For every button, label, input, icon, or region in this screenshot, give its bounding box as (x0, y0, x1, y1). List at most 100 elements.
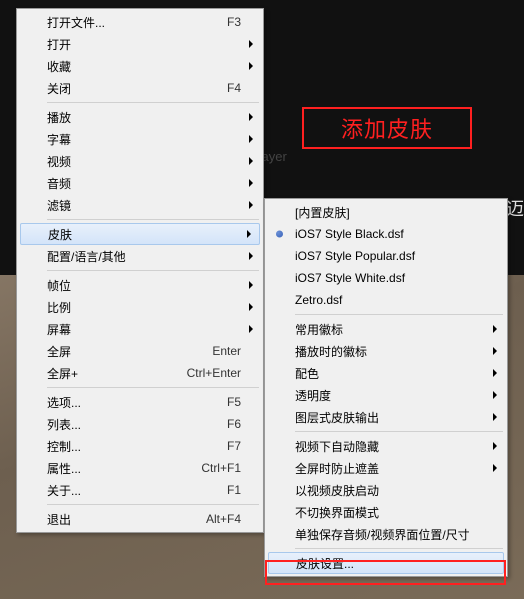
menu-item[interactable]: 退出 Alt+F4 (19, 508, 261, 530)
menu-item[interactable]: 打开 (19, 33, 261, 55)
menu-item-label: 单独保存音频/视频界面位置/尺寸 (295, 526, 485, 543)
menu-item-shortcut: Ctrl+F1 (201, 461, 241, 475)
menu-item[interactable]: 帧位 (19, 274, 261, 296)
menu-item-label: 帧位 (47, 277, 241, 294)
menu-item[interactable]: 列表...F6 (19, 413, 261, 435)
radio-dot-icon (276, 231, 283, 238)
menu-item[interactable]: 视频下自动隐藏 (267, 435, 505, 457)
menu-separator (47, 504, 259, 505)
submenu-arrow-icon (249, 40, 253, 48)
menu-item-shortcut: Ctrl+Enter (187, 366, 241, 380)
menu-item[interactable]: 皮肤 (20, 223, 260, 245)
menu-item-label: 皮肤设置... (296, 555, 484, 572)
menu-item-label: 图层式皮肤输出 (295, 409, 485, 426)
menu-item-label: 选项... (47, 394, 217, 411)
menu-item-label: 播放时的徽标 (295, 343, 485, 360)
menu-item-label: 配置/语言/其他 (47, 248, 241, 265)
menu-item[interactable]: 视频 (19, 150, 261, 172)
submenu-arrow-icon (249, 135, 253, 143)
menu-item[interactable]: 播放 (19, 106, 261, 128)
menu-item[interactable]: 全屏时防止遮盖 (267, 457, 505, 479)
menu-item[interactable]: iOS7 Style Popular.dsf (267, 245, 505, 267)
menu-item[interactable]: 透明度 (267, 384, 505, 406)
menu-item[interactable]: 全屏+ Ctrl+Enter (19, 362, 261, 384)
menu-item-shortcut: F6 (227, 417, 241, 431)
menu-item[interactable]: iOS7 Style Black.dsf (267, 223, 505, 245)
menu-item-label: 透明度 (295, 387, 485, 404)
menu-separator (47, 219, 259, 220)
menu-item-label: 音频 (47, 175, 241, 192)
menu-item-shortcut: F4 (227, 81, 241, 95)
menu-item[interactable]: 屏幕 (19, 318, 261, 340)
submenu-arrow-icon (249, 325, 253, 333)
menu-item-label: 打开 (47, 36, 241, 53)
menu-item[interactable]: 关于... F1 (19, 479, 261, 501)
menu-item[interactable]: iOS7 Style White.dsf (267, 267, 505, 289)
menu-item[interactable]: 配色 (267, 362, 505, 384)
menu-item-label: 关闭 (47, 80, 217, 97)
menu-item[interactable]: 配置/语言/其他 (19, 245, 261, 267)
menu-item-label: 滤镜 (47, 197, 241, 214)
menu-item[interactable]: [内置皮肤] (267, 201, 505, 223)
menu-item[interactable]: 不切换界面模式 (267, 501, 505, 523)
menu-separator (295, 431, 503, 432)
menu-item-label: 以视频皮肤启动 (295, 482, 485, 499)
menu-item-label: 全屏时防止遮盖 (295, 460, 485, 477)
menu-item-label: Zetro.dsf (295, 293, 485, 307)
menu-item-label: 常用徽标 (295, 321, 485, 338)
menu-item-label: 比例 (47, 299, 241, 316)
menu-item-label: 视频下自动隐藏 (295, 438, 485, 455)
submenu-arrow-icon (493, 369, 497, 377)
menu-item[interactable]: 关闭 F4 (19, 77, 261, 99)
submenu-arrow-icon (247, 230, 251, 238)
menu-item-label: 字幕 (47, 131, 241, 148)
menu-item[interactable]: Zetro.dsf (267, 289, 505, 311)
submenu-arrow-icon (493, 442, 497, 450)
menu-item[interactable]: 选项... F5 (19, 391, 261, 413)
menu-item[interactable]: 字幕 (19, 128, 261, 150)
main-context-menu[interactable]: 打开文件...F3 打开收藏关闭 F4 播放字幕视频音频滤镜皮肤配置/语言/其他帧位比… (16, 8, 264, 533)
menu-separator (47, 270, 259, 271)
menu-item-shortcut: F1 (227, 483, 241, 497)
menu-separator (295, 548, 503, 549)
menu-item-label: 全屏+ (47, 365, 177, 382)
menu-item-shortcut: F7 (227, 439, 241, 453)
submenu-arrow-icon (493, 347, 497, 355)
menu-separator (47, 102, 259, 103)
menu-item-label: 配色 (295, 365, 485, 382)
submenu-arrow-icon (493, 464, 497, 472)
menu-item-label: 退出 (47, 511, 196, 528)
menu-item[interactable]: 属性... Ctrl+F1 (19, 457, 261, 479)
menu-item-label: 播放 (47, 109, 241, 126)
menu-item-label: 属性... (47, 460, 191, 477)
menu-item[interactable]: 播放时的徽标 (267, 340, 505, 362)
submenu-arrow-icon (493, 391, 497, 399)
menu-item[interactable]: 常用徽标 (267, 318, 505, 340)
menu-item-label: 收藏 (47, 58, 241, 75)
menu-item[interactable]: 图层式皮肤输出 (267, 406, 505, 428)
menu-item[interactable]: 比例 (19, 296, 261, 318)
menu-item[interactable]: 音频 (19, 172, 261, 194)
menu-item[interactable]: 收藏 (19, 55, 261, 77)
submenu-arrow-icon (249, 157, 253, 165)
submenu-arrow-icon (249, 62, 253, 70)
menu-item[interactable]: 全屏Enter (19, 340, 261, 362)
menu-item-shortcut: F5 (227, 395, 241, 409)
menu-item[interactable]: 皮肤设置... (268, 552, 504, 574)
menu-item-label: 关于... (47, 482, 217, 499)
submenu-arrow-icon (249, 179, 253, 187)
menu-item[interactable]: 控制... F7 (19, 435, 261, 457)
submenu-arrow-icon (249, 201, 253, 209)
skin-submenu[interactable]: [内置皮肤]iOS7 Style Black.dsfiOS7 Style Pop… (264, 198, 508, 577)
menu-item[interactable]: 滤镜 (19, 194, 261, 216)
submenu-arrow-icon (493, 413, 497, 421)
menu-separator (295, 314, 503, 315)
annotation-add-skin: 添加皮肤 (302, 107, 472, 149)
menu-item[interactable]: 单独保存音频/视频界面位置/尺寸 (267, 523, 505, 545)
menu-item[interactable]: 以视频皮肤启动 (267, 479, 505, 501)
menu-item-label: 打开文件... (47, 14, 217, 31)
submenu-arrow-icon (249, 281, 253, 289)
menu-item[interactable]: 打开文件...F3 (19, 11, 261, 33)
menu-item-shortcut: Alt+F4 (206, 512, 241, 526)
menu-item-label: 控制... (47, 438, 217, 455)
